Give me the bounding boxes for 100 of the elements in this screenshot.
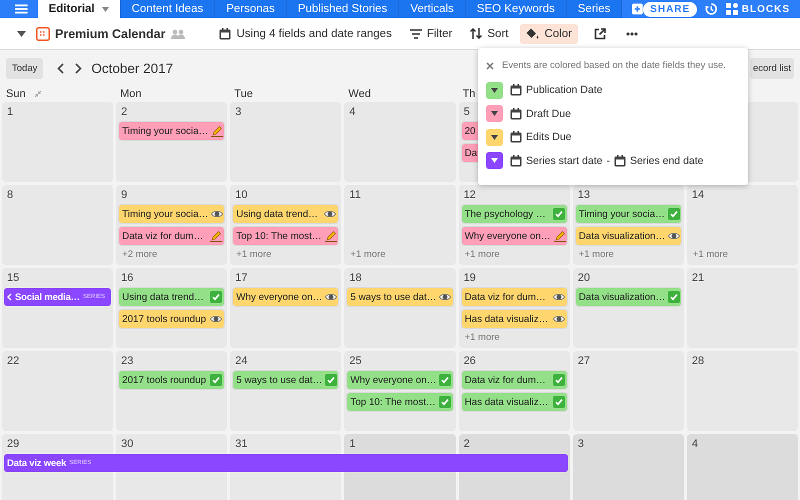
event-chip[interactable]: Has data visualiz… <box>462 393 567 411</box>
event-chip[interactable]: 5 ways to use dat… <box>233 371 338 389</box>
day-number: 15 <box>6 271 20 286</box>
field-name: Series end date <box>630 154 704 167</box>
pencil-icon <box>324 230 337 242</box>
more-link[interactable]: +2 more <box>119 249 224 260</box>
more-link[interactable]: +1 more <box>690 249 795 260</box>
caret-down-icon <box>491 88 498 92</box>
add-table-icon[interactable] <box>632 3 644 15</box>
event-chip[interactable]: Using data trend… <box>233 205 338 223</box>
event-chip[interactable]: Top 10: The most… <box>347 393 453 411</box>
calendar-icon <box>614 154 626 167</box>
event-chip[interactable]: Data viz for dum… <box>462 371 567 389</box>
record-list-button[interactable]: ecord list <box>750 58 794 78</box>
pencil-icon <box>211 125 224 137</box>
event-chip[interactable]: Has data visualiz… <box>462 310 567 328</box>
event-chip[interactable]: Timing your socia… <box>119 122 224 140</box>
day-number: 3 <box>576 437 585 452</box>
calendar-view-icon <box>36 26 50 40</box>
event-chip[interactable]: Timing your socia… <box>576 205 681 223</box>
day-number: 19 <box>462 271 477 286</box>
people-icon <box>171 28 186 38</box>
day-number: 3 <box>234 105 242 120</box>
table-tab[interactable]: Series <box>566 0 622 18</box>
event-chip[interactable]: 2017 tools roundup <box>119 310 224 328</box>
menu-icon[interactable] <box>15 3 28 15</box>
previous-month-icon[interactable] <box>57 62 64 74</box>
checkmark-icon <box>438 396 451 408</box>
more-link[interactable]: +1 more <box>347 249 453 260</box>
day-number: 13 <box>576 188 591 203</box>
event-chip[interactable]: The psychology … <box>462 205 567 223</box>
day-number: 30 <box>120 437 134 452</box>
day-number: 17 <box>234 271 249 286</box>
checkmark-icon <box>439 374 452 386</box>
checkmark-icon <box>552 208 565 220</box>
share-out-icon[interactable] <box>594 28 606 40</box>
day-number: 11 <box>348 188 362 203</box>
weekday-label: Wed <box>348 88 371 100</box>
toolbar-sort-button[interactable]: Sort <box>464 24 514 44</box>
table-tab[interactable]: Editorial <box>38 0 121 18</box>
toolbar-color-button[interactable]: Color <box>520 24 578 44</box>
table-tab[interactable]: Published Stories <box>286 0 400 18</box>
checkmark-icon <box>668 291 680 303</box>
toolbar-filter-button[interactable]: Filter <box>404 24 458 44</box>
event-chip[interactable]: Data visualization… <box>576 288 681 306</box>
caret-down-icon[interactable] <box>17 30 26 36</box>
field-name: Draft Due <box>526 108 571 120</box>
event-chip[interactable]: Why everyone on… <box>462 227 567 245</box>
event-chip[interactable]: Timing your socia… <box>119 205 224 223</box>
day-number: 28 <box>690 354 706 369</box>
next-month-icon[interactable] <box>75 62 82 74</box>
event-chip[interactable]: 5 ways to use dat… <box>347 288 453 306</box>
event-chip[interactable]: Why everyone on… <box>347 371 453 389</box>
event-chip[interactable]: Why everyone on… <box>233 288 338 306</box>
event-chip[interactable]: 2017 tools roundup <box>119 371 224 389</box>
table-tab[interactable]: Personas <box>215 0 287 18</box>
view-name[interactable]: Premium Calendar <box>55 26 166 40</box>
day-number: 1 <box>348 437 357 452</box>
day-number: 21 <box>690 271 706 286</box>
history-icon[interactable] <box>705 2 718 16</box>
checkmark-icon <box>552 396 565 408</box>
weekday-label: Mon <box>120 88 142 100</box>
color-swatch[interactable] <box>486 152 503 170</box>
close-icon[interactable] <box>486 62 494 70</box>
color-swatch[interactable] <box>486 105 503 122</box>
more-link[interactable]: +1 more <box>462 332 567 343</box>
color-swatch[interactable] <box>486 128 503 146</box>
event-chip[interactable]: Using data trend… <box>119 288 224 306</box>
event-chip[interactable]: Data viz for dum… <box>462 288 567 306</box>
day-number: 4 <box>690 437 699 452</box>
table-tab[interactable]: Verticals <box>399 0 466 18</box>
day-number: 24 <box>234 354 249 369</box>
share-button[interactable]: SHARE <box>643 2 698 16</box>
day-number: 22 <box>6 354 20 369</box>
event-chip[interactable]: Data visualization… <box>576 227 681 245</box>
calendar-icon <box>219 28 232 40</box>
color-swatch[interactable] <box>486 82 503 98</box>
eye-icon <box>324 208 336 220</box>
day-number: 1 <box>6 105 14 120</box>
toolbar-date-fields-button[interactable]: Using 4 fields and date ranges <box>213 24 398 44</box>
table-tab[interactable]: SEO Keywords <box>466 0 567 18</box>
day-number: 29 <box>6 437 20 452</box>
day-number: 2 <box>120 105 128 120</box>
checkmark-icon <box>325 374 338 386</box>
event-chip[interactable]: Top 10: The most… <box>233 227 338 245</box>
more-link[interactable]: +1 more <box>233 249 338 260</box>
blocks-icon <box>726 3 738 15</box>
checkmark-icon <box>668 208 680 220</box>
more-icon[interactable] <box>626 32 638 36</box>
blocks-button[interactable]: BLOCKS <box>726 3 790 15</box>
more-link[interactable]: +1 more <box>576 249 681 260</box>
eye-icon <box>211 208 224 220</box>
more-link[interactable]: +1 more <box>462 249 567 260</box>
pencil-icon <box>210 230 222 242</box>
today-button[interactable]: Today <box>6 58 44 78</box>
event-chip[interactable]: Data viz for dum… <box>119 227 224 245</box>
weekday-label: Th <box>462 88 476 100</box>
day-number: 14 <box>690 188 706 203</box>
paint-bucket-icon <box>526 28 540 40</box>
table-tab[interactable]: Content Ideas <box>120 0 216 18</box>
